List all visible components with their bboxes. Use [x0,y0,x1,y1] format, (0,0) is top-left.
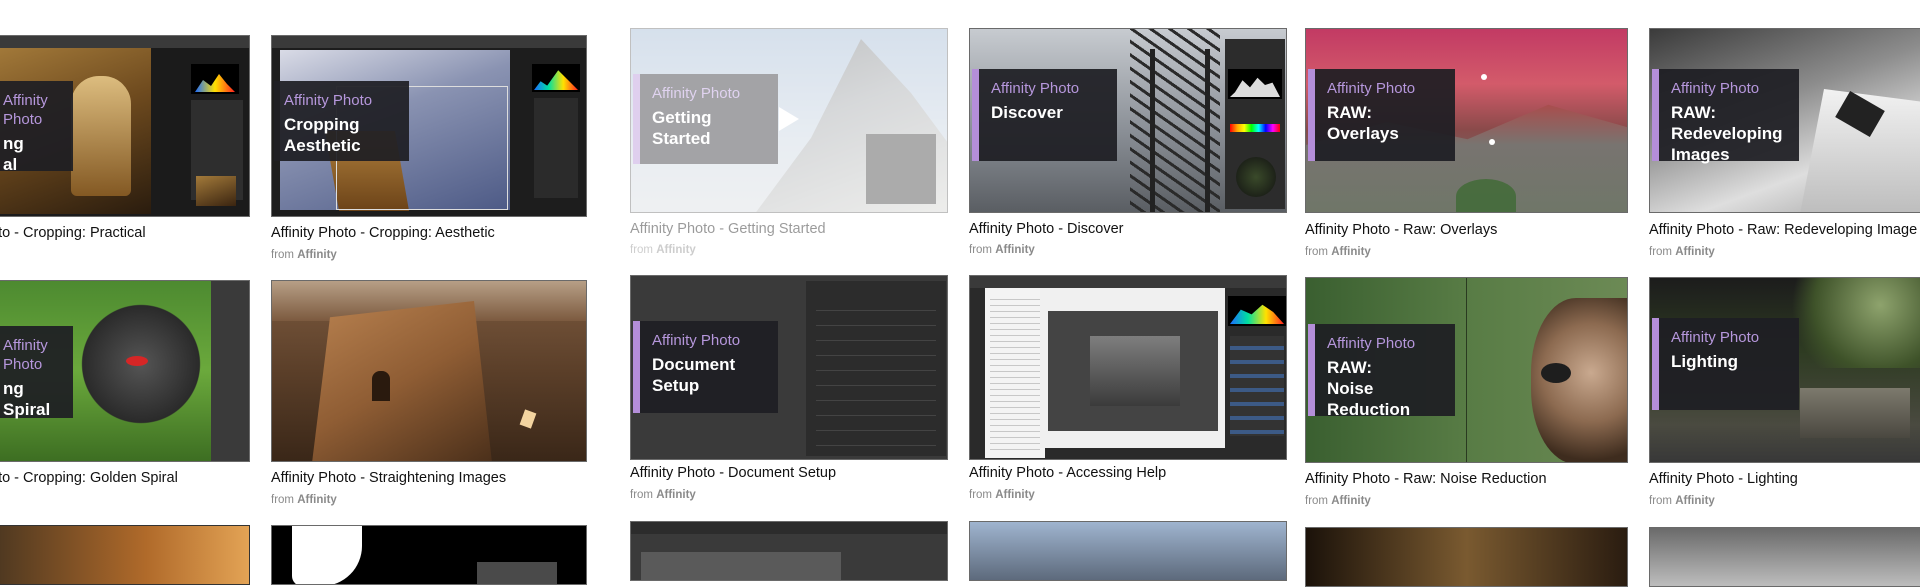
overlay-brand: Affinity Photo [3,337,48,373]
video-title-link[interactable]: oto - Cropping: Golden Spiral [0,470,178,486]
video-title-link[interactable]: oto - Cropping: Practical [0,225,146,241]
video-thumbnail[interactable]: Affinity Photo ng al [0,35,250,217]
overlay-title: Document Setup [652,355,736,395]
publisher-line: from Affinity [1649,495,1715,507]
publisher-link[interactable]: Affinity [1331,246,1371,258]
from-label: from [630,244,653,256]
video-thumbnail[interactable] [969,521,1287,581]
overlay-brand: Affinity Photo [652,85,741,102]
video-title-link[interactable]: Affinity Photo - Discover [969,221,1123,237]
video-thumbnail[interactable] [1649,527,1920,587]
video-thumbnail[interactable]: Affinity Photo Discover [969,28,1287,213]
overlay-title: Discover [991,103,1063,122]
publisher-link[interactable]: Affinity [995,489,1035,501]
overlay-title: Cropping Aesthetic [284,115,361,155]
publisher-line: from Affinity [1305,495,1371,507]
overlay-brand: Affinity Photo [1671,80,1760,97]
publisher-link[interactable]: Affinity [1331,495,1371,507]
publisher-line: from Affinity [630,489,696,501]
publisher-line: from Affinity [271,249,337,261]
overlay-title: ng Spiral [3,379,51,419]
from-label: from [271,494,294,506]
publisher-line: from Affinity [630,244,696,256]
publisher-link[interactable]: Affinity [656,489,696,501]
from-label: from [1649,495,1672,507]
from-label: from [1305,495,1328,507]
overlay-title: ng al [3,134,24,174]
from-label: from [630,489,653,501]
video-thumbnail[interactable]: Affinity Photo Cropping Aesthetic [271,35,587,217]
publisher-line: from Affinity [1649,246,1715,258]
video-thumbnail[interactable] [1305,527,1628,587]
publisher-link[interactable]: Affinity [995,244,1035,256]
play-icon[interactable] [779,107,799,131]
video-thumbnail[interactable]: Affinity Photo Lighting [1649,277,1920,463]
overlay-title: RAW: Overlays [1327,103,1399,143]
video-thumbnail[interactable]: Affinity Photo ng Spiral [0,280,250,462]
overlay-brand: Affinity Photo [3,92,48,128]
from-label: from [969,244,992,256]
overlay-brand: Affinity Photo [991,80,1080,97]
video-title-link[interactable]: Affinity Photo - Raw: Redeveloping Image [1649,222,1917,238]
video-thumbnail[interactable]: Affinity Photo Getting Started [630,28,948,213]
video-thumbnail[interactable]: Affinity Photo RAW: Noise Reduction [1305,277,1628,463]
video-title-link[interactable]: Affinity Photo - Straightening Images [271,470,506,486]
overlay-brand: Affinity Photo [1327,80,1416,97]
video-thumbnail[interactable] [271,525,587,585]
overlay-title: Getting Started [652,108,712,148]
publisher-line: from Affinity [969,244,1035,256]
overlay-title: Lighting [1671,352,1739,371]
publisher-line: from Affinity [1305,246,1371,258]
overlay-brand: Affinity Photo [652,332,741,349]
publisher-link[interactable]: Affinity [297,494,337,506]
video-title-link[interactable]: Affinity Photo - Lighting [1649,471,1798,487]
video-thumbnail[interactable]: Affinity Photo RAW: Redeveloping Images [1649,28,1920,213]
overlay-brand: Affinity Photo [1671,329,1760,346]
publisher-link[interactable]: Affinity [656,244,696,256]
from-label: from [969,489,992,501]
video-title-link[interactable]: Affinity Photo - Document Setup [630,465,836,481]
video-title-link[interactable]: Affinity Photo - Getting Started [630,221,826,237]
video-title-link[interactable]: Affinity Photo - Raw: Overlays [1305,222,1497,238]
video-thumbnail[interactable] [271,280,587,462]
video-thumbnail[interactable] [969,275,1287,460]
video-title-link[interactable]: Affinity Photo - Cropping: Aesthetic [271,225,495,241]
from-label: from [1649,246,1672,258]
from-label: from [1305,246,1328,258]
video-thumbnail[interactable]: Affinity Photo RAW: Overlays [1305,28,1628,213]
publisher-link[interactable]: Affinity [1675,495,1715,507]
video-thumbnail[interactable]: Affinity Photo Document Setup [630,275,948,460]
video-thumbnail[interactable] [0,525,250,585]
video-title-link[interactable]: Affinity Photo - Raw: Noise Reduction [1305,471,1547,487]
publisher-link[interactable]: Affinity [1675,246,1715,258]
overlay-title: RAW: Noise Reduction [1327,358,1411,419]
overlay-title: RAW: Redeveloping Images [1671,103,1783,164]
video-title-link[interactable]: Affinity Photo - Accessing Help [969,465,1166,481]
overlay-brand: Affinity Photo [284,92,373,109]
publisher-line: from Affinity [969,489,1035,501]
publisher-line: from Affinity [271,494,337,506]
from-label: from [271,249,294,261]
video-thumbnail[interactable] [630,521,948,581]
overlay-brand: Affinity Photo [1327,335,1416,352]
publisher-link[interactable]: Affinity [297,249,337,261]
